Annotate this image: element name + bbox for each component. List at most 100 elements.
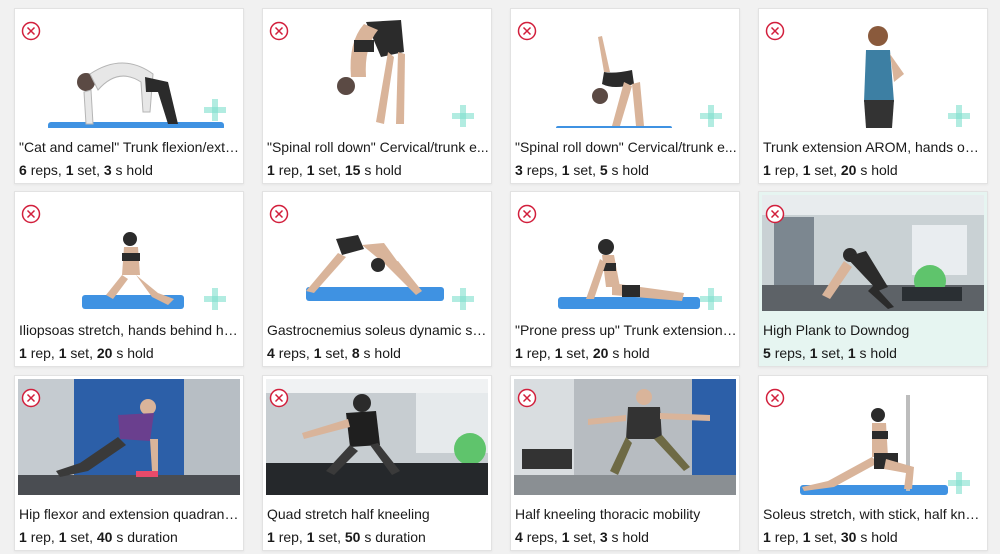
exercise-thumbnail[interactable] bbox=[266, 12, 488, 128]
exercise-thumbnail[interactable] bbox=[514, 12, 736, 128]
time-unit: s hold bbox=[116, 345, 154, 361]
exercise-card[interactable]: "Spinal roll down" Cervical/trunk e... 3… bbox=[510, 8, 740, 184]
exercise-thumbnail[interactable] bbox=[18, 379, 240, 495]
remove-icon[interactable] bbox=[765, 204, 785, 224]
set-count: 1 bbox=[809, 345, 818, 361]
rep-unit: rep bbox=[278, 529, 299, 545]
rep-unit: reps bbox=[526, 162, 554, 178]
exercise-card[interactable]: Trunk extension AROM, hands on ... 1 rep… bbox=[758, 8, 988, 184]
exercise-title[interactable]: "Spinal roll down" Cervical/trunk e... bbox=[267, 139, 489, 155]
remove-icon[interactable] bbox=[21, 21, 41, 41]
exercise-title[interactable]: Iliopsoas stretch, hands behind he... bbox=[19, 322, 241, 338]
exercise-thumbnail[interactable] bbox=[762, 195, 984, 311]
rep-count: 6 bbox=[19, 162, 27, 178]
plus-icon bbox=[452, 105, 474, 127]
plus-icon bbox=[700, 105, 722, 127]
exercise-thumbnail[interactable] bbox=[762, 12, 984, 128]
exercise-card[interactable]: "Prone press up" Trunk extension ... 1 r… bbox=[510, 191, 740, 367]
exercise-title[interactable]: Soleus stretch, with stick, half knee... bbox=[763, 506, 985, 522]
remove-icon[interactable] bbox=[517, 388, 537, 408]
exercise-thumbnail[interactable] bbox=[18, 12, 240, 128]
exercise-grid: "Cat and camel" Trunk flexion/exte... 6 … bbox=[0, 0, 1000, 554]
remove-icon[interactable] bbox=[269, 204, 289, 224]
time-value: 15 bbox=[344, 162, 361, 178]
exercise-title[interactable]: High Plank to Downdog bbox=[763, 322, 985, 338]
exercise-title[interactable]: Hip flexor and extension quadrant ... bbox=[19, 506, 241, 522]
exercise-card[interactable]: "Cat and camel" Trunk flexion/exte... 6 … bbox=[14, 8, 244, 184]
remove-icon[interactable] bbox=[269, 388, 289, 408]
rep-count: 4 bbox=[515, 529, 523, 545]
exercise-card[interactable]: Hip flexor and extension quadrant ... 1 … bbox=[14, 375, 244, 551]
set-unit: set bbox=[325, 345, 345, 361]
exercise-title[interactable]: Gastrocnemius soleus dynamic str... bbox=[267, 322, 489, 338]
exercise-thumbnail[interactable] bbox=[514, 195, 736, 311]
remove-icon[interactable] bbox=[21, 388, 41, 408]
exercise-card[interactable]: Half kneeling thoracic mobility 4 reps, … bbox=[510, 375, 740, 551]
exercise-thumbnail[interactable] bbox=[266, 379, 488, 495]
exercise-thumbnail[interactable] bbox=[18, 195, 240, 311]
remove-icon[interactable] bbox=[21, 204, 41, 224]
time-value: 20 bbox=[96, 345, 113, 361]
set-count: 1 bbox=[313, 345, 322, 361]
set-count: 1 bbox=[561, 529, 570, 545]
time-unit: s duration bbox=[116, 529, 178, 545]
rep-count: 1 bbox=[763, 529, 771, 545]
rep-unit: reps bbox=[278, 345, 306, 361]
time-value: 50 bbox=[344, 529, 361, 545]
exercise-card[interactable]: Iliopsoas stretch, hands behind he... 1 … bbox=[14, 191, 244, 367]
time-value: 1 bbox=[847, 345, 856, 361]
remove-icon[interactable] bbox=[517, 21, 537, 41]
exercise-thumbnail[interactable] bbox=[762, 379, 984, 495]
exercise-dosage: 6 reps, 1 set, 3 s hold bbox=[19, 162, 153, 178]
time-value: 40 bbox=[96, 529, 113, 545]
remove-icon[interactable] bbox=[765, 21, 785, 41]
plus-icon bbox=[948, 472, 970, 494]
exercise-card[interactable]: Soleus stretch, with stick, half knee...… bbox=[758, 375, 988, 551]
plus-icon bbox=[700, 288, 722, 310]
set-count: 1 bbox=[306, 162, 315, 178]
set-unit: set bbox=[70, 529, 90, 545]
exercise-title[interactable]: "Cat and camel" Trunk flexion/exte... bbox=[19, 139, 241, 155]
exercise-title[interactable]: Quad stretch half kneeling bbox=[267, 506, 489, 522]
exercise-card[interactable]: Quad stretch half kneeling 1 rep, 1 set,… bbox=[262, 375, 492, 551]
set-unit: set bbox=[318, 162, 338, 178]
exercise-thumbnail[interactable] bbox=[514, 379, 736, 495]
rep-count: 1 bbox=[267, 162, 275, 178]
time-unit: s hold bbox=[859, 345, 897, 361]
exercise-card[interactable]: Gastrocnemius soleus dynamic str... 4 re… bbox=[262, 191, 492, 367]
time-value: 5 bbox=[599, 162, 608, 178]
exercise-title[interactable]: "Prone press up" Trunk extension ... bbox=[515, 322, 737, 338]
plus-icon bbox=[204, 288, 226, 310]
rep-unit: rep bbox=[30, 345, 51, 361]
exercise-title[interactable]: "Spinal roll down" Cervical/trunk e... bbox=[515, 139, 737, 155]
remove-icon[interactable] bbox=[269, 21, 289, 41]
exercise-thumbnail[interactable] bbox=[266, 195, 488, 311]
rep-unit: reps bbox=[526, 529, 554, 545]
set-unit: set bbox=[566, 345, 586, 361]
rep-unit: rep bbox=[774, 162, 795, 178]
set-count: 1 bbox=[58, 345, 67, 361]
set-unit: set bbox=[77, 162, 97, 178]
time-value: 3 bbox=[599, 529, 608, 545]
set-unit: set bbox=[573, 162, 593, 178]
time-unit: s hold bbox=[612, 345, 650, 361]
exercise-dosage: 1 rep, 1 set, 30 s hold bbox=[763, 529, 898, 545]
time-unit: s hold bbox=[364, 162, 402, 178]
rep-unit: rep bbox=[278, 162, 299, 178]
set-count: 1 bbox=[58, 529, 67, 545]
set-unit: set bbox=[318, 529, 338, 545]
remove-icon[interactable] bbox=[517, 204, 537, 224]
set-unit: set bbox=[573, 529, 593, 545]
remove-icon[interactable] bbox=[765, 388, 785, 408]
plus-icon bbox=[948, 105, 970, 127]
exercise-title[interactable]: Half kneeling thoracic mobility bbox=[515, 506, 737, 522]
set-count: 1 bbox=[65, 162, 74, 178]
rep-count: 1 bbox=[19, 345, 27, 361]
exercise-card-selected[interactable]: High Plank to Downdog 5 reps, 1 set, 1 s… bbox=[758, 191, 988, 367]
exercise-title[interactable]: Trunk extension AROM, hands on ... bbox=[763, 139, 985, 155]
set-unit: set bbox=[70, 345, 90, 361]
exercise-card[interactable]: "Spinal roll down" Cervical/trunk e... 1… bbox=[262, 8, 492, 184]
time-unit: s hold bbox=[115, 162, 153, 178]
rep-unit: reps bbox=[774, 345, 802, 361]
exercise-dosage: 5 reps, 1 set, 1 s hold bbox=[763, 345, 897, 361]
